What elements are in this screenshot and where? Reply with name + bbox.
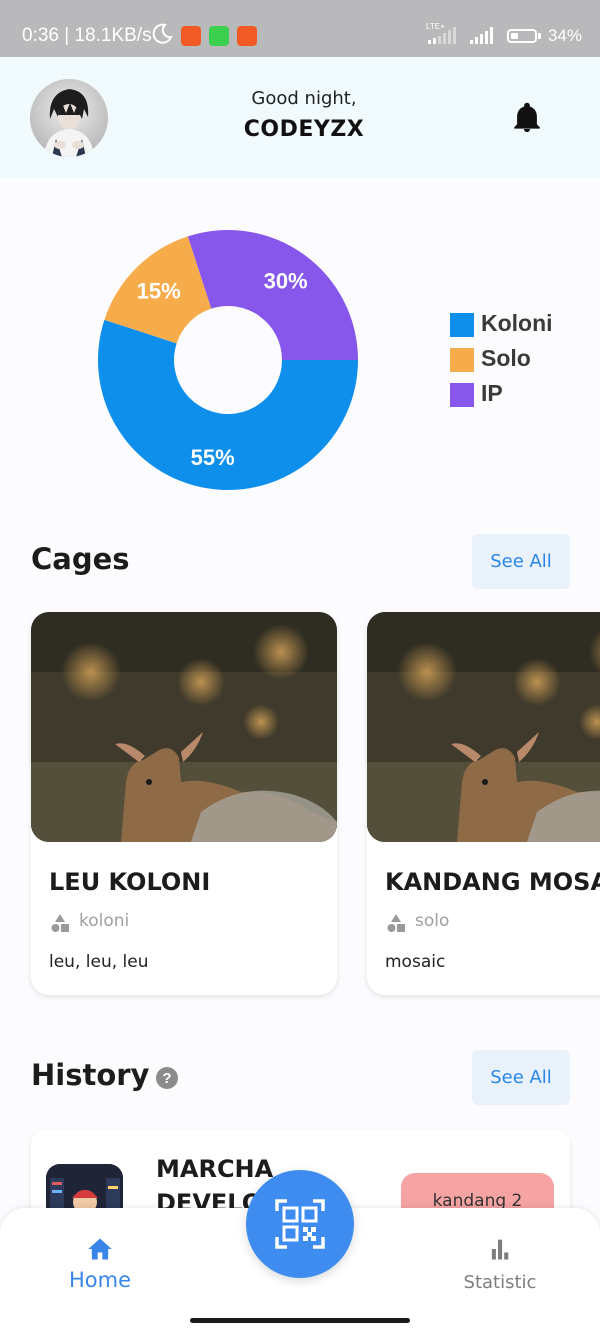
- video-app-icon: [237, 26, 257, 46]
- cage-card[interactable]: LEU KOLONI koloni leu, leu, leu: [31, 612, 337, 995]
- chart-value-label-koloni: 55%: [191, 445, 235, 470]
- history-see-all-button[interactable]: See All: [472, 1050, 570, 1105]
- scan-button[interactable]: [246, 1170, 354, 1278]
- cage-name: LEU KOLONI: [49, 868, 211, 896]
- cage-type: solo: [415, 911, 450, 931]
- chart-slice-ip: [187, 230, 358, 360]
- cage-description: leu, leu, leu: [49, 952, 149, 972]
- status-time-speed: 0:36 | 18.1KB/s: [22, 25, 152, 46]
- battery-level-fill: [511, 33, 518, 39]
- qr-scan-icon: [275, 1199, 325, 1249]
- nav-statistic-label: Statistic: [463, 1272, 537, 1293]
- android-app-icon: [209, 26, 229, 46]
- moon-icon: [150, 22, 174, 51]
- signal-icon-2: [470, 27, 500, 44]
- shapes-icon: [387, 914, 405, 932]
- bar-chart-icon: [491, 1239, 509, 1260]
- avatar[interactable]: [30, 79, 108, 157]
- nav-home[interactable]: Home: [20, 1208, 180, 1318]
- header: Good night, CODEYZX: [0, 57, 600, 178]
- legend-label-koloni: Koloni: [481, 310, 553, 336]
- cage-name: KANDANG MOSAIC: [385, 868, 600, 896]
- app-screen: 0:36 | 18.1KB/s LTE+ 34% Good night, COD…: [0, 0, 600, 1333]
- cage-image: [367, 612, 600, 842]
- chart-value-label-solo: 15%: [137, 279, 181, 304]
- legend-swatch-solo: [450, 348, 474, 372]
- legend-swatch-koloni: [450, 313, 474, 337]
- battery-tip: [538, 33, 541, 39]
- battery-percent: 34%: [547, 26, 582, 45]
- signal-icon-1: [428, 27, 464, 44]
- home-icon: [88, 1238, 112, 1260]
- help-icon[interactable]: ?: [156, 1067, 178, 1089]
- cage-type: koloni: [79, 911, 130, 931]
- legend-swatch-ip: [450, 383, 474, 407]
- username: CODEYZX: [243, 117, 365, 142]
- greeting-text: Good night,: [251, 88, 357, 109]
- shapes-icon: [51, 914, 69, 932]
- cage-type-chart: 55% 15% 30% Koloni Solo IP: [0, 178, 600, 518]
- cages-section-title: Cages: [31, 542, 130, 576]
- cage-description: mosaic: [385, 952, 446, 972]
- chart-value-label-ip: 30%: [264, 269, 308, 294]
- bell-icon[interactable]: [510, 100, 544, 136]
- history-section-title: History: [31, 1058, 150, 1092]
- cages-see-all-button[interactable]: See All: [472, 534, 570, 589]
- legend-label-ip: IP: [481, 380, 503, 406]
- nav-statistic[interactable]: Statistic: [420, 1208, 580, 1318]
- cage-card[interactable]: KANDANG MOSAIC solo mosaic: [367, 612, 600, 995]
- cage-image: [31, 612, 337, 842]
- nav-home-label: Home: [68, 1268, 131, 1292]
- status-bar: 0:36 | 18.1KB/s LTE+ 34%: [0, 0, 600, 57]
- home-indicator[interactable]: [190, 1318, 410, 1323]
- notification-app-icon: [181, 26, 201, 46]
- battery-icon: [507, 29, 537, 43]
- legend-label-solo: Solo: [481, 345, 531, 371]
